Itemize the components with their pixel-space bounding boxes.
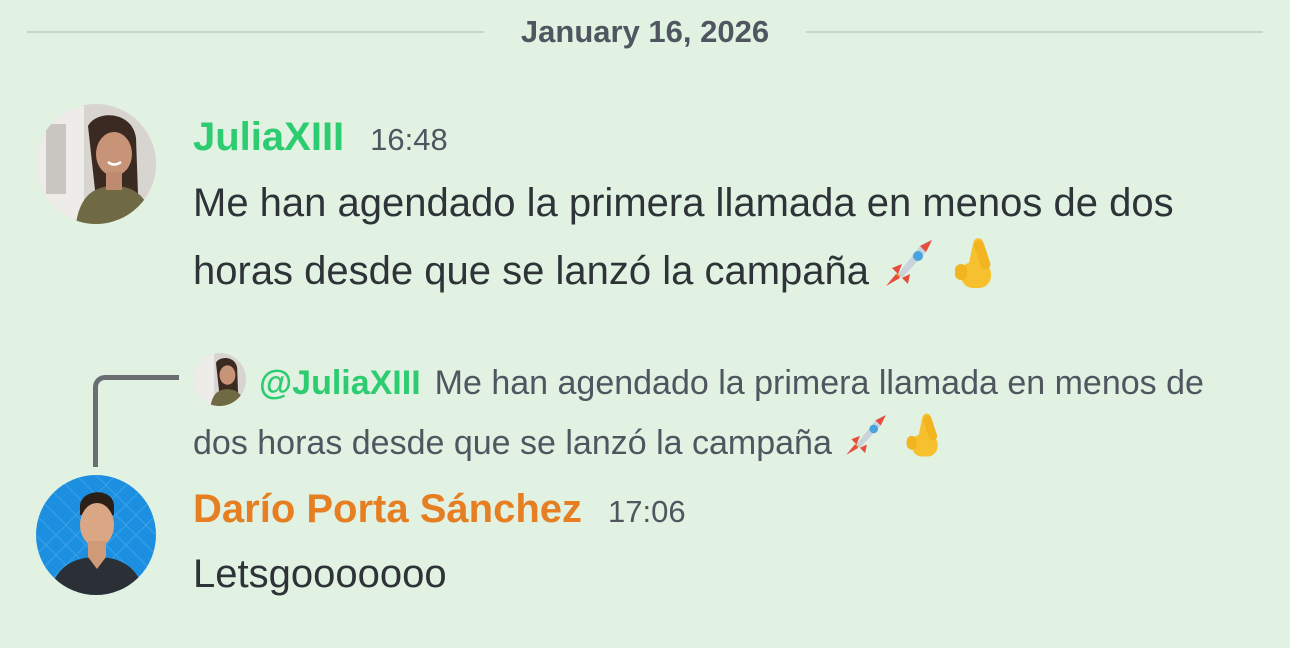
date-divider: January 16, 2026 bbox=[520, 14, 770, 49]
reply-preview[interactable]: @JuliaXIII Me han agendado la primera lla… bbox=[193, 356, 1253, 470]
reply-mention[interactable]: @JuliaXIII bbox=[259, 364, 421, 402]
avatar-dario-porta-sanchez[interactable] bbox=[36, 475, 156, 595]
crossed-fingers-emoji bbox=[949, 234, 999, 292]
message-timestamp[interactable]: 17:06 bbox=[608, 494, 686, 530]
crossed-fingers-emoji bbox=[901, 410, 945, 460]
message-timestamp[interactable]: 16:48 bbox=[370, 122, 448, 158]
chat-view: January 16, 2026 JuliaXIII 16:48 Me han … bbox=[0, 0, 1290, 648]
username-juliaxiii[interactable]: JuliaXIII bbox=[193, 112, 344, 162]
message-header: JuliaXIII 16:48 bbox=[193, 112, 448, 162]
avatar-juliaxiii[interactable] bbox=[36, 104, 156, 224]
message-content: Me han agendado la primera llamada en me… bbox=[193, 172, 1253, 302]
message-header: Darío Porta Sánchez 17:06 bbox=[193, 484, 686, 534]
rocket-emoji bbox=[880, 234, 938, 292]
username-dario-porta-sanchez[interactable]: Darío Porta Sánchez bbox=[193, 484, 582, 534]
date-divider-line-left bbox=[27, 31, 484, 33]
message-text: Me han agendado la primera llamada en me… bbox=[193, 181, 1174, 293]
date-divider-line-right bbox=[806, 31, 1263, 33]
reply-spine bbox=[93, 375, 179, 467]
rocket-emoji bbox=[841, 410, 891, 460]
message-text: Letsgooooooo bbox=[193, 552, 447, 596]
message-content: Letsgooooooo bbox=[193, 543, 1253, 605]
